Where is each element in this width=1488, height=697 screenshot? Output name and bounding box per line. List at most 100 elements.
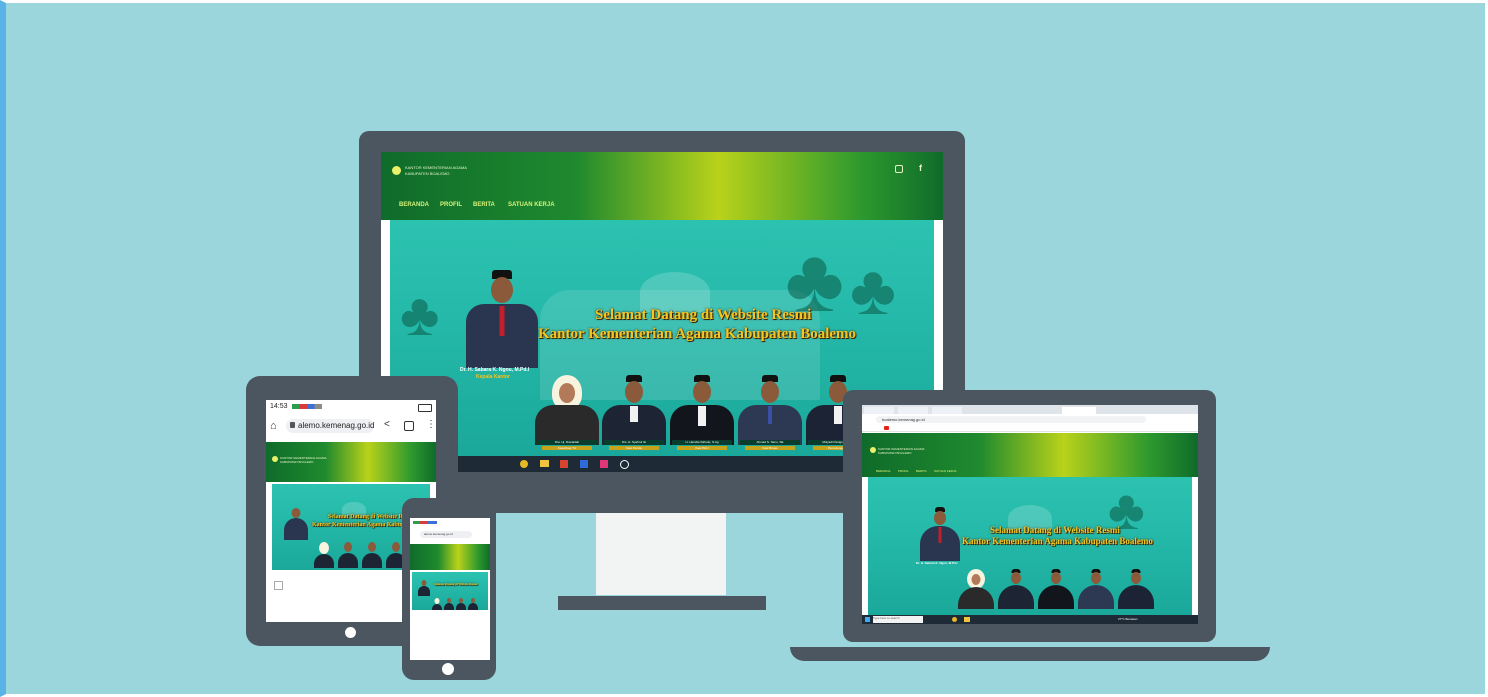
tabs-icon[interactable]	[404, 421, 414, 431]
url-bar[interactable]: alemo.kemenag.go.id	[286, 419, 375, 433]
url-text: alemo.kemenag.go.id	[298, 421, 375, 430]
status-icons	[413, 521, 437, 524]
staff-name-2: Drs. H. Syahrul Ilo	[604, 440, 664, 445]
phone-site-header	[410, 544, 490, 570]
kemenag-logo-icon	[870, 447, 876, 453]
staff-role-1: Kasubbag TU	[542, 446, 592, 450]
laptop-site-header: KANTOR KEMENTERIAN AGAMA KABUPATEN BOALE…	[862, 433, 1198, 477]
monitor-neck	[596, 513, 726, 595]
head-of-office-photo	[418, 580, 430, 596]
nav-berita[interactable]: BERITA	[473, 202, 495, 208]
battery-icon	[418, 404, 432, 412]
phone-home-button[interactable]	[442, 663, 454, 675]
head-role: Kepala Kantor	[476, 374, 510, 380]
facebook-icon[interactable]: f	[919, 163, 922, 173]
org-name-line2: KABUPATEN BOALEMO	[878, 451, 912, 455]
staff-name-3: H. Hamdie Ilahude, S.Ag	[672, 440, 732, 445]
lock-icon	[290, 422, 295, 428]
instagram-icon[interactable]	[895, 165, 903, 173]
browser-tab-active[interactable]	[1062, 407, 1096, 414]
kemenag-logo-icon	[272, 456, 278, 462]
laptop-url-text: boalemo.kemenag.go.id	[882, 417, 925, 422]
chrome-icon[interactable]	[520, 460, 528, 468]
hero-title-line1: Selamat Datang di Website Resmi	[595, 307, 812, 323]
browser-tab[interactable]	[898, 407, 928, 414]
staff-photo	[1118, 569, 1154, 609]
staff-role-4: Kasi Bimas	[745, 446, 795, 450]
head-of-office-photo	[466, 268, 538, 368]
staff-photo	[1038, 569, 1074, 609]
folder-icon[interactable]	[964, 617, 970, 622]
staff-photo	[535, 375, 599, 445]
palm-tree-icon: ♣	[850, 251, 896, 329]
nav-profil[interactable]: PROFIL	[898, 469, 909, 473]
kemenag-logo-icon	[392, 166, 401, 175]
tablet-site-header: KANTOR KEMENTERIAN AGAMA KABUPATEN BOALE…	[266, 442, 436, 482]
head-name: Dr. H. Sabara K. Ngou, M.Pd.I	[916, 561, 958, 565]
phone-hero-banner: Selamat Datang di Website Resmi	[412, 572, 488, 610]
org-name-line1: KANTOR KEMENTERIAN AGAMA	[405, 165, 467, 170]
head-of-office-photo	[920, 507, 960, 561]
staff-name-1: Dra. Hj. Ruwaidah	[537, 440, 597, 445]
status-icons	[292, 404, 322, 409]
browser-tab[interactable]	[864, 407, 894, 414]
nav-berita[interactable]: BERITA	[916, 469, 927, 473]
folder-icon[interactable]	[540, 460, 549, 467]
browser-tab[interactable]	[932, 407, 962, 414]
monitor-base	[558, 596, 766, 610]
staff-name-4: Ahmad S. Tamu, SE	[740, 440, 800, 445]
nav-beranda[interactable]: BERANDA	[876, 469, 891, 473]
more-menu-icon[interactable]: ⋮	[426, 419, 436, 430]
staff-photo	[432, 598, 442, 610]
staff-role-3: Kasi PHU	[677, 446, 727, 450]
bookmarks-bar	[862, 425, 1198, 432]
palm-tree-icon: ♣	[400, 281, 440, 348]
staff-photo	[338, 542, 358, 568]
laptop-hero-title-line2: Kantor Kementerian Agama Kabupaten Boale…	[962, 536, 1153, 546]
nav-beranda[interactable]: BERANDA	[399, 202, 429, 208]
nav-profil[interactable]: PROFIL	[440, 202, 462, 208]
staff-photo	[456, 598, 466, 610]
staff-photo	[468, 598, 478, 610]
staff-photo	[670, 375, 734, 445]
url-text: alemo.kemenag.go.id	[424, 532, 453, 536]
head-of-office-photo	[284, 506, 308, 540]
staff-photo	[958, 569, 994, 609]
phone-hero-title: Selamat Datang di Website Resmi	[434, 582, 478, 586]
app-icon[interactable]	[580, 460, 588, 468]
broken-image-placeholder	[274, 581, 283, 590]
laptop-screen: boalemo.kemenag.go.id KANTOR KEMENTERIAN…	[862, 405, 1198, 624]
gear-icon[interactable]	[620, 460, 629, 469]
org-name-line2: KABUPATEN BOALEMO	[280, 460, 314, 464]
staff-photo	[998, 569, 1034, 609]
laptop-base	[790, 647, 1270, 661]
share-icon[interactable]: <	[384, 419, 390, 430]
youtube-icon[interactable]	[884, 426, 889, 430]
nav-satuan-kerja[interactable]: SATUAN KERJA	[508, 202, 555, 208]
laptop-taskbar: Type here to search 27°C Berawan	[862, 615, 1198, 624]
hero-title-line2: Kantor Kementerian Agama Kabupaten Boale…	[538, 326, 857, 342]
staff-photo	[362, 542, 382, 568]
tablet-status-time: 14:53	[270, 403, 288, 410]
chrome-icon[interactable]	[952, 617, 957, 622]
url-bar[interactable]: alemo.kemenag.go.id	[420, 531, 472, 538]
app-icon[interactable]	[560, 460, 568, 468]
taskbar-search[interactable]: Type here to search	[873, 616, 923, 623]
home-icon[interactable]: ⌂	[270, 420, 277, 432]
staff-photo	[314, 542, 334, 568]
laptop-url-bar[interactable]: boalemo.kemenag.go.id	[876, 416, 1146, 423]
phone-screen: alemo.kemenag.go.id Selamat Datang di We…	[410, 518, 490, 660]
windows-start-icon[interactable]	[865, 617, 870, 622]
laptop-hero-title-line1: Selamat Datang di Website Resmi	[990, 525, 1120, 535]
head-name: Dr. H. Sabara K. Ngou, M.Pd.I	[460, 367, 530, 373]
site-header: KANTOR KEMENTERIAN AGAMA KABUPATEN BOALE…	[381, 152, 943, 220]
staff-photo	[444, 598, 454, 610]
tablet-home-button[interactable]	[345, 627, 356, 638]
staff-photo	[602, 375, 666, 445]
app-icon[interactable]	[600, 460, 608, 468]
nav-satuan-kerja[interactable]: SATUAN KERJA	[934, 469, 956, 473]
org-name-line2: KABUPATEN BOALEMO	[405, 171, 450, 176]
weather-text: 27°C Berawan	[1118, 617, 1138, 621]
staff-role-2: Kasi Pendis	[609, 446, 659, 450]
laptop-hero-banner: ♣ Selamat Datang di Website Resmi Kantor…	[868, 477, 1192, 615]
